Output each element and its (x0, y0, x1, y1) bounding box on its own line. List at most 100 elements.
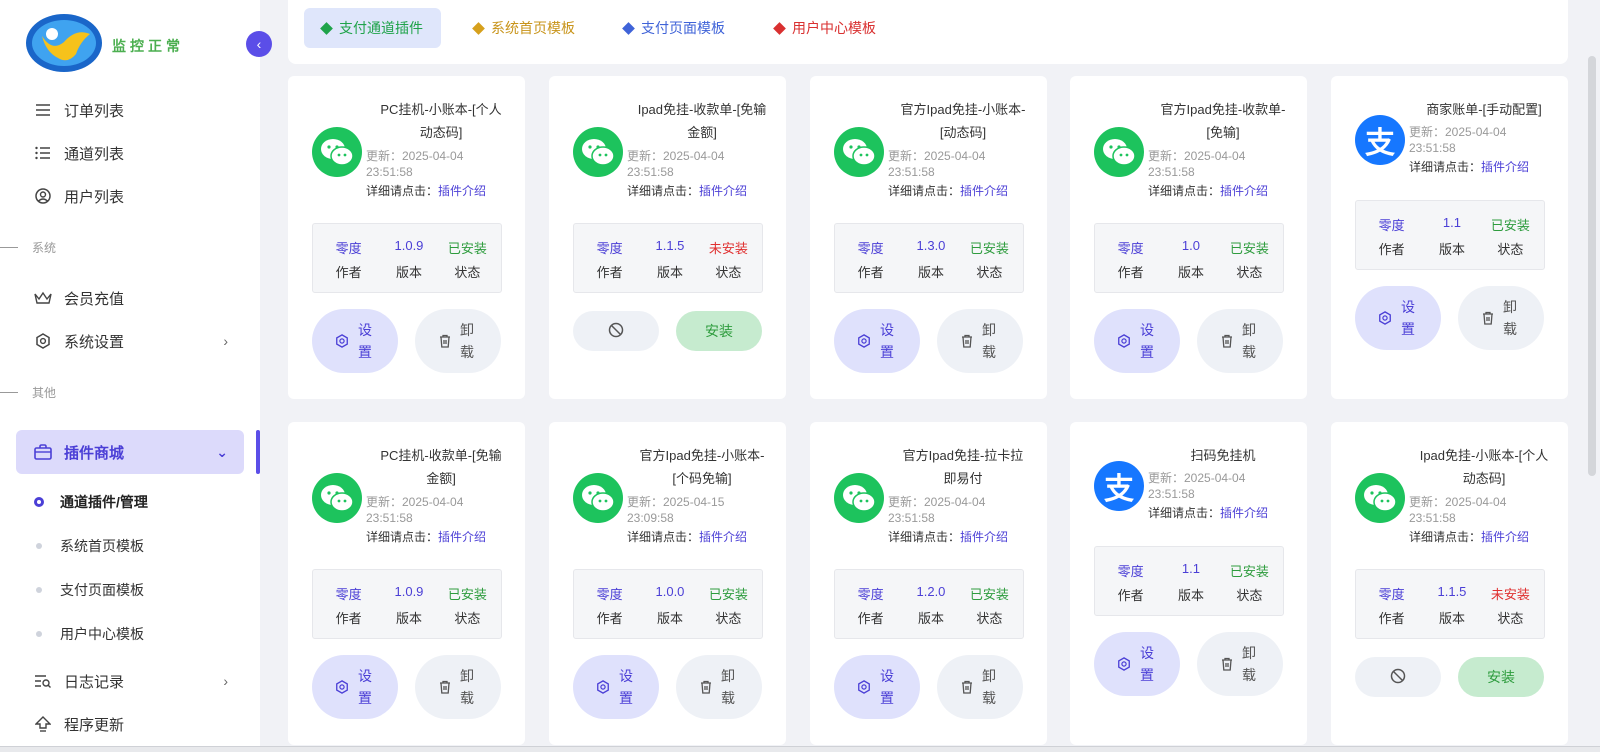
author-value: 零度 (1117, 241, 1144, 256)
version-label: 版本 (1438, 611, 1465, 626)
install-button[interactable]: 安装 (676, 311, 762, 351)
plugin-detail: 详细请点击：插件介绍 (1409, 530, 1530, 544)
version-value: 1.0.9 (394, 584, 424, 599)
status-label: 状态 (715, 265, 742, 280)
settings-button[interactable]: 设置 (573, 655, 659, 719)
wechat-icon (573, 127, 623, 177)
tab-payment-plugins[interactable]: 支付通道插件 (304, 8, 441, 48)
install-button[interactable]: 安装 (1458, 657, 1544, 697)
plugin-card: PC挂机-收款单-[免输 金额] 更新：2025-04-04 23:51:58 详细… (288, 422, 525, 745)
plugin-info-box: 零度 1.0 已安装 作者 版本 状态 (1094, 223, 1284, 293)
gear-icon (1117, 334, 1131, 348)
plugin-updated: 更新：2025-04-04 23:51:58 (1148, 471, 1246, 501)
tab-pay-templates[interactable]: 支付页面模板 (606, 8, 743, 48)
uninstall-label: 卸载 (721, 668, 735, 706)
uninstall-button[interactable]: 卸载 (1197, 309, 1283, 373)
uninstall-button[interactable]: 卸载 (1197, 632, 1283, 696)
plugin-intro-link[interactable]: 插件介绍 (1220, 506, 1268, 520)
plugin-intro-link[interactable]: 插件介绍 (1220, 184, 1268, 198)
trash-icon (961, 680, 973, 694)
plugin-intro-link[interactable]: 插件介绍 (699, 184, 747, 198)
author-label: 作者 (1378, 242, 1405, 257)
settings-button[interactable]: 设置 (1355, 286, 1441, 350)
plugin-info-box: 零度 1.0.0 已安装 作者 版本 状态 (573, 569, 763, 639)
settings-button[interactable]: 设置 (1094, 632, 1180, 696)
trash-icon (1221, 334, 1233, 348)
plugin-detail: 详细请点击：插件介绍 (627, 184, 748, 198)
wechat-icon (312, 473, 362, 523)
wechat-icon (312, 127, 362, 177)
sidebar-item-update[interactable]: 程序更新 (16, 704, 244, 744)
sidebar-item-logs[interactable]: 日志记录 › (16, 661, 244, 701)
plugin-detail: 详细请点击：插件介绍 (888, 530, 1009, 544)
uninstall-button[interactable]: 卸载 (937, 655, 1023, 719)
uninstall-button[interactable]: 卸载 (415, 309, 501, 373)
plugin-intro-link[interactable]: 插件介绍 (1481, 530, 1529, 544)
monitor-status: 监控正常 (112, 38, 184, 54)
plugin-card: 官方Ipad免挂-小账本- [个码免输] 更新：2025-04-15 23:09:5… (549, 422, 786, 745)
version-value: 1.2.0 (916, 584, 946, 599)
sidebar-item-users[interactable]: 用户列表 (16, 176, 244, 216)
settings-button[interactable]: 设置 (312, 309, 398, 373)
scrollbar[interactable] (1588, 56, 1596, 476)
settings-button[interactable]: 设置 (312, 655, 398, 719)
uninstall-button[interactable]: 卸载 (415, 655, 501, 719)
dot-icon (36, 543, 42, 549)
sidebar-item-label: 系统设置 (64, 333, 125, 351)
author-value: 零度 (857, 241, 884, 256)
plugin-updated: 更新：2025-04-04 23:51:58 (366, 495, 464, 525)
sidebar-item-recharge[interactable]: 会员充值 (16, 278, 244, 318)
disable-button[interactable] (1355, 657, 1441, 697)
sidebar-item-plugin-store[interactable]: 插件商城 ⌄ (16, 430, 244, 474)
status-label: 状态 (1497, 611, 1524, 626)
uninstall-button[interactable]: 卸载 (937, 309, 1023, 373)
author-value: 零度 (596, 241, 623, 256)
trash-icon (961, 334, 973, 348)
plugin-info-box: 零度 1.2.0 已安装 作者 版本 状态 (834, 569, 1024, 639)
uninstall-label: 卸载 (1503, 299, 1517, 337)
plugin-title: 官方Ipad免挂-小账本- [动态码] (900, 102, 1026, 140)
sub-item-home-templates[interactable]: 系统首页模板 (36, 536, 144, 556)
collapse-sidebar-button[interactable]: ‹ (246, 31, 272, 57)
settings-button[interactable]: 设置 (834, 655, 920, 719)
plugin-intro-link[interactable]: 插件介绍 (438, 530, 486, 544)
tab-home-templates[interactable]: 系统首页模板 (456, 8, 593, 48)
plugin-updated: 更新：2025-04-04 23:51:58 (1409, 495, 1507, 525)
sidebar-item-channels[interactable]: 通道列表 (16, 133, 244, 173)
settings-button[interactable]: 设置 (834, 309, 920, 373)
plugin-intro-link[interactable]: 插件介绍 (960, 184, 1008, 198)
plugin-card: 官方Ipad免挂-拉卡拉 即易付 更新：2025-04-04 23:51:58 详细… (810, 422, 1047, 745)
author-label: 作者 (857, 611, 884, 626)
sidebar-item-settings[interactable]: 系统设置 › (16, 321, 244, 361)
version-label: 版本 (395, 265, 422, 280)
status-value: 已安装 (969, 587, 1009, 602)
tab-user-templates[interactable]: 用户中心模板 (757, 8, 894, 48)
author-value: 零度 (1117, 564, 1144, 579)
disable-button[interactable] (573, 311, 659, 351)
plugin-info-box: 零度 1.1.5 未安装 作者 版本 状态 (573, 223, 763, 293)
uninstall-button[interactable]: 卸载 (676, 655, 762, 719)
settings-button[interactable]: 设置 (1094, 309, 1180, 373)
plugin-updated: 更新：2025-04-04 23:51:58 (1148, 149, 1246, 179)
sidebar-item-orders[interactable]: 订单列表 (16, 90, 244, 130)
sub-item-channel-plugins[interactable]: 通道插件/管理 (34, 492, 148, 512)
plugin-intro-link[interactable]: 插件介绍 (438, 184, 486, 198)
sub-item-pay-templates[interactable]: 支付页面模板 (36, 580, 144, 600)
gear-icon (1117, 657, 1131, 671)
trash-icon (1482, 311, 1494, 325)
plugin-intro-link[interactable]: 插件介绍 (699, 530, 747, 544)
plugin-updated: 更新：2025-04-04 23:51:58 (888, 495, 986, 525)
uninstall-button[interactable]: 卸载 (1458, 286, 1544, 350)
diamond-icon (773, 21, 786, 35)
sidebar-item-label: 会员充值 (64, 290, 125, 308)
author-value: 零度 (1378, 218, 1405, 233)
trash-icon (439, 334, 451, 348)
version-value: 1.0.0 (655, 584, 685, 599)
chevron-right-icon: › (223, 673, 228, 689)
plugin-intro-link[interactable]: 插件介绍 (1481, 160, 1529, 174)
sub-item-user-templates[interactable]: 用户中心模板 (36, 624, 144, 644)
section-other: 其他 (0, 384, 56, 401)
plugin-title: 官方Ipad免挂-收款单- [免输] (1160, 102, 1286, 140)
plugin-detail: 详细请点击：插件介绍 (366, 184, 487, 198)
plugin-intro-link[interactable]: 插件介绍 (960, 530, 1008, 544)
